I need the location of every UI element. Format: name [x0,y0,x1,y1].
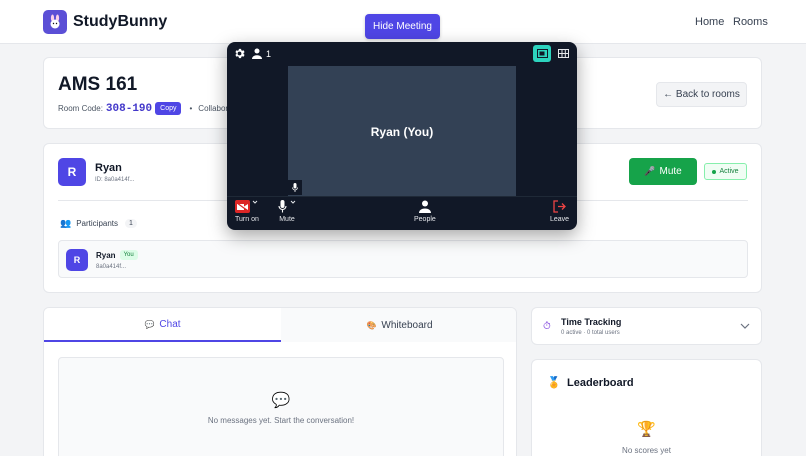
tab-whiteboard-label: Whiteboard [381,319,433,331]
tab-whiteboard[interactable]: 🎨 Whiteboard [281,308,516,342]
medal-icon: 🏅 [547,377,561,389]
room-code-row: Room Code: 308-190 Copy • Collabor [58,102,228,115]
status-dot-icon [712,169,717,174]
video-tile-name: Ryan (You) [370,124,434,139]
leaderboard-title: Leaderboard [567,377,634,389]
participant-avatar: R [66,249,88,271]
video-tile[interactable]: Ryan (You) [288,66,516,197]
leaderboard-card: 🏅 Leaderboard 🏆 No scores yet [531,359,762,456]
speaker-view-icon [536,49,548,58]
bunny-logo-icon[interactable] [43,10,67,34]
hide-meeting-button[interactable]: Hide Meeting [365,14,440,39]
people-label: People [414,216,436,223]
chevron-down-icon[interactable] [252,200,258,204]
grid-view-icon [557,49,569,58]
brand-name[interactable]: StudyBunny [73,13,167,31]
mute-button[interactable]: 🎤 Mute [629,158,697,185]
participant-name: Ryan [96,250,116,260]
people-icon [418,200,431,213]
microphone-icon [278,200,287,213]
time-tracking-title: Time Tracking [561,317,622,327]
palette-icon: 🎨 [366,320,377,330]
nav-rooms-link[interactable]: Rooms [733,16,768,28]
collaborators-text: Collabor [198,104,229,113]
copy-code-button[interactable]: Copy [155,102,182,115]
user-avatar: R [58,158,86,186]
room-code-label: Room Code: [58,104,103,113]
status-text: Active [719,168,739,175]
participant-id: 8a0a414f... [96,264,127,270]
camera-off-icon [235,200,251,213]
mic-off-icon: 🎤 [644,166,656,176]
leave-icon [553,200,566,213]
camera-toggle-button[interactable]: Turn on [235,200,259,223]
leaderboard-empty-text: No scores yet [622,446,671,455]
tile-mic-indicator [288,180,302,195]
control-bar-divider [227,196,577,197]
status-badge: Active [704,163,747,180]
time-tracking-card[interactable]: ⏱ Time Tracking 0 active · 0 total users [531,307,762,345]
time-tracking-subtitle: 0 active · 0 total users [561,330,620,336]
tab-chat[interactable]: 💬 Chat [44,308,281,342]
camera-toggle-label: Turn on [235,216,259,223]
tab-chat-label: Chat [159,318,181,330]
participants-count: 1 [125,219,137,228]
mic-icon [292,183,298,192]
room-code-value: 308-190 [105,102,153,115]
grid-view-button[interactable] [555,45,571,62]
gear-icon[interactable] [233,47,246,60]
leave-button[interactable]: Leave [550,200,569,223]
participant-counter: 1 [252,48,271,59]
participant-name-row: Ryan You [96,250,138,260]
mute-label: Mute [659,166,682,177]
you-badge: You [119,250,138,260]
mic-toggle-label: Mute [279,216,295,223]
meeting-participant-count: 1 [266,48,272,59]
trophy-icon: 🏆 [637,421,656,438]
people-button[interactable]: People [414,200,436,223]
tab-bar: 💬 Chat 🎨 Whiteboard [44,308,516,342]
participants-header: 👥 Participants 1 [60,218,137,229]
users-icon: 👥 [60,218,72,228]
chat-messages-area[interactable]: 💬 No messages yet. Start the conversatio… [58,357,504,456]
back-to-rooms-button[interactable]: ← Back to rooms [656,82,747,107]
nav-home-link[interactable]: Home [695,16,724,28]
meeting-overlay[interactable]: 1 Ryan (You) Turn on Mute People Leave [227,42,577,230]
room-title: AMS 161 [58,74,138,95]
separator-dot: • [189,104,193,113]
stopwatch-icon: ⏱ [543,321,551,332]
participant-item[interactable]: R Ryan You 8a0a414f... [58,240,748,278]
chat-empty-icon: 💬 [271,392,291,409]
chat-card: 💬 Chat 🎨 Whiteboard 💬 No messages yet. S… [43,307,517,456]
chat-bubble-icon: 💬 [144,319,155,329]
mic-toggle-button[interactable]: Mute [278,200,296,223]
participants-label: Participants [76,219,119,228]
chevron-down-icon[interactable] [290,200,296,204]
person-icon [252,48,262,59]
user-id: ID: 8a0a414f... [95,177,135,183]
leave-label: Leave [550,216,570,223]
speaker-view-button[interactable] [533,45,551,62]
chat-empty-text: No messages yet. Start the conversation! [207,416,355,425]
chevron-down-icon[interactable] [740,322,750,330]
user-name: Ryan [95,162,122,174]
